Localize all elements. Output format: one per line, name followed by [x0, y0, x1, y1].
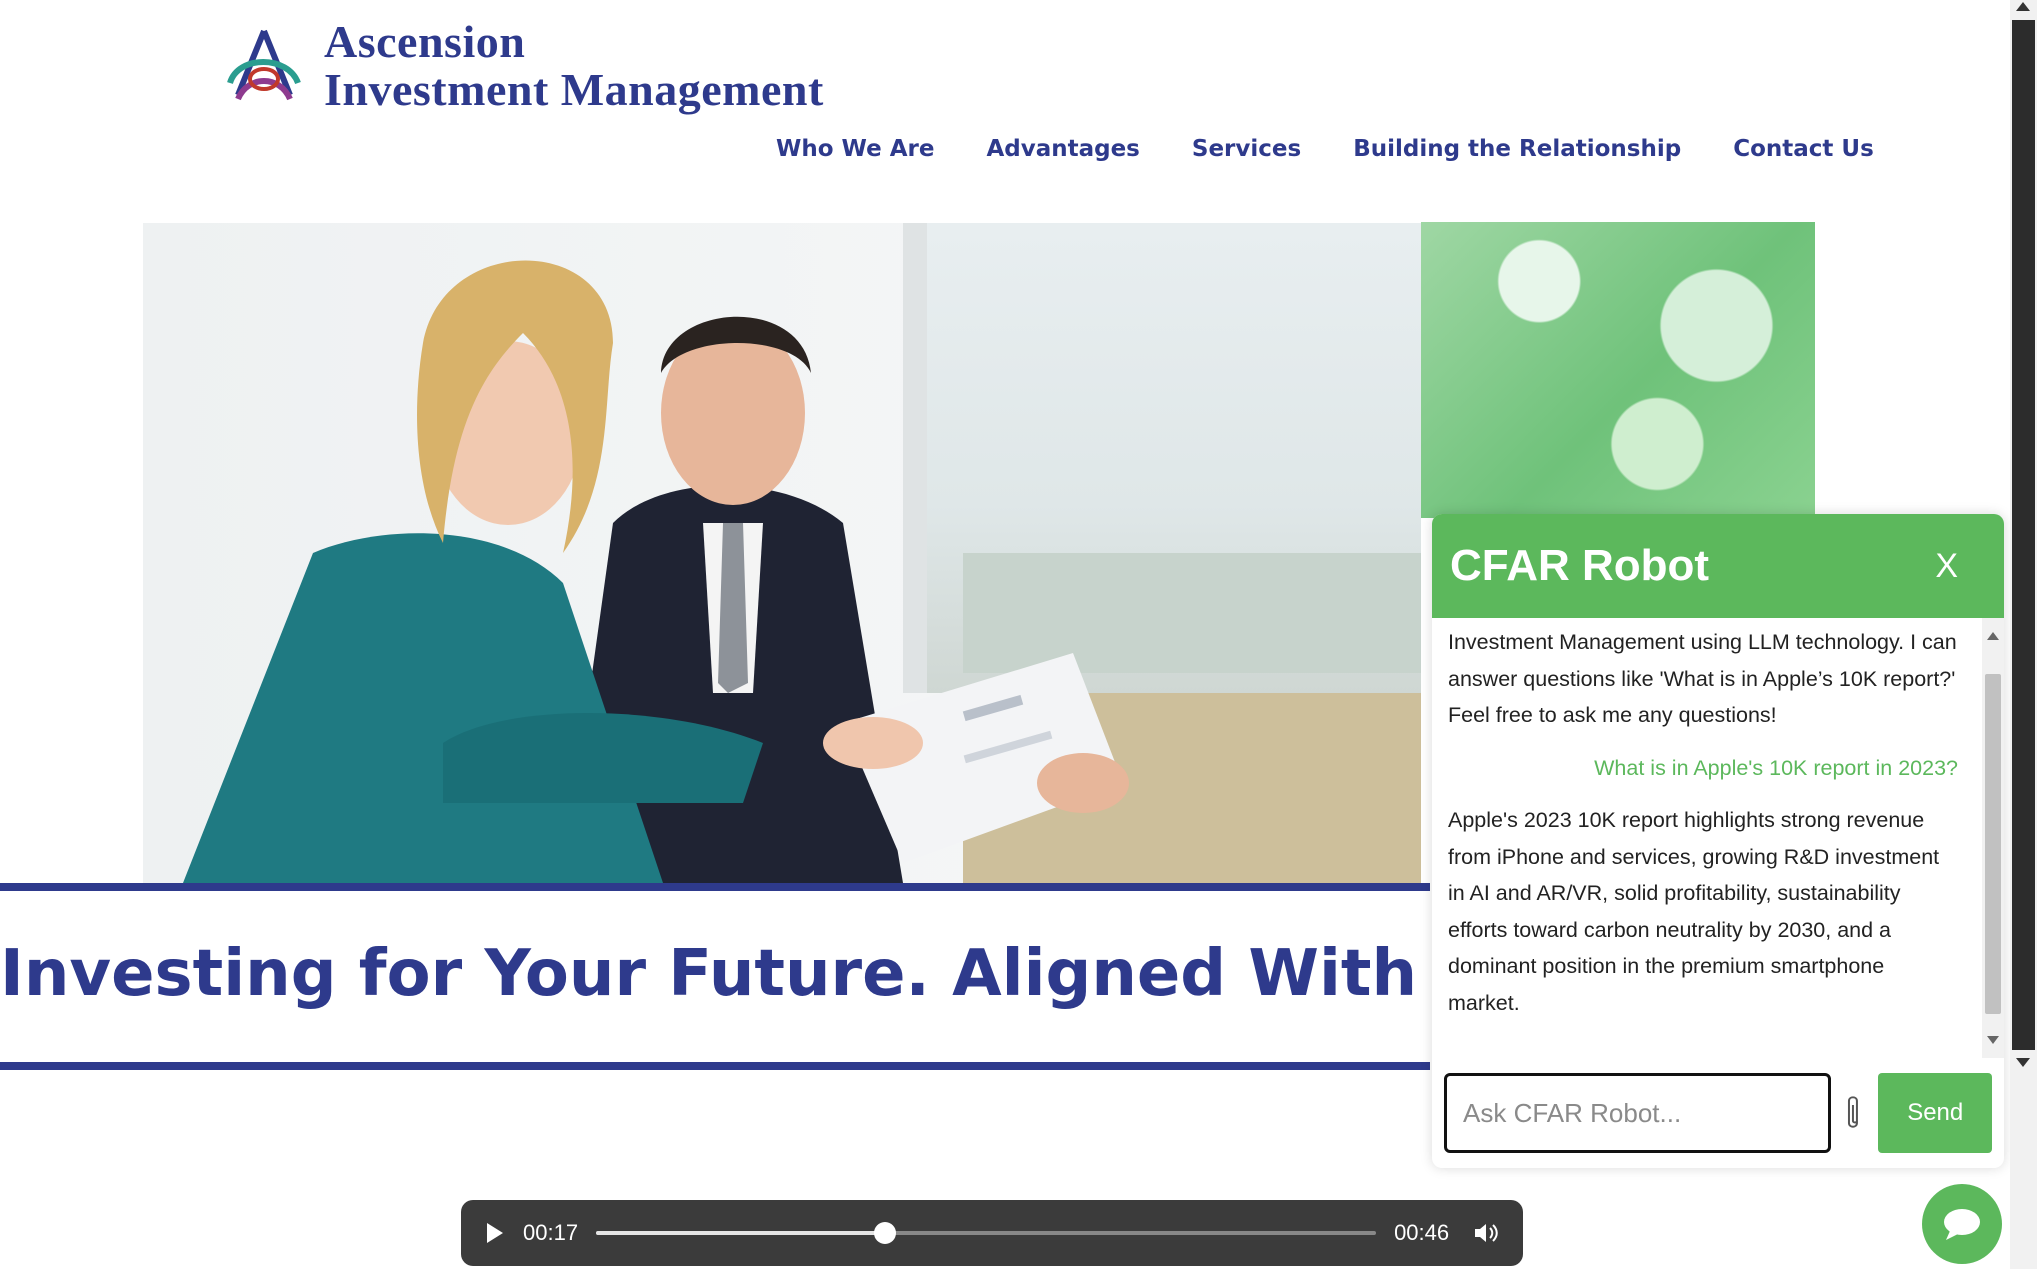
- chat-toggle-button[interactable]: [1922, 1184, 2002, 1264]
- volume-icon[interactable]: [1473, 1222, 1499, 1244]
- main-nav: Who We Are Advantages Services Building …: [776, 136, 1926, 162]
- nav-services[interactable]: Services: [1192, 136, 1301, 162]
- chat-message-user: What is in Apple's 10K report in 2023?: [1594, 755, 1958, 780]
- chat-input[interactable]: [1444, 1073, 1831, 1153]
- audio-player: 00:17 00:46: [461, 1200, 1523, 1266]
- chat-messages[interactable]: Investment Management using LLM technolo…: [1432, 618, 2004, 1058]
- chat-close-button[interactable]: X: [1935, 547, 1958, 586]
- tagline-top-rule: [0, 883, 1430, 891]
- play-icon[interactable]: [487, 1223, 503, 1243]
- hero-tagline: Investing for Your Future. Aligned With …: [0, 937, 1430, 1011]
- audio-seek-fill: [596, 1231, 885, 1235]
- nav-who-we-are[interactable]: Who We Are: [776, 136, 934, 162]
- tagline-bottom-rule: [0, 1062, 1430, 1070]
- nav-building-relationship[interactable]: Building the Relationship: [1353, 136, 1681, 162]
- triquetra-logo-icon: [227, 29, 301, 101]
- brand-logo[interactable]: Ascension Investment Management: [218, 18, 824, 114]
- scroll-down-icon[interactable]: [1987, 1036, 1999, 1044]
- audio-current-time: 00:17: [523, 1220, 579, 1245]
- audio-duration: 00:46: [1394, 1220, 1450, 1245]
- page-scroll-thumb[interactable]: [2012, 20, 2035, 1050]
- page-scrollbar[interactable]: [2010, 0, 2037, 1269]
- chat-message-bot-intro: Investment Management using LLM technolo…: [1448, 630, 1957, 727]
- chat-message-bot-answer: Apple's 2023 10K report highlights stron…: [1448, 808, 1940, 1015]
- page-scroll-up-icon[interactable]: [2016, 2, 2030, 11]
- paperclip-icon[interactable]: [1841, 1093, 1865, 1133]
- brand-line1: Ascension: [324, 16, 526, 67]
- chat-scroll-thumb[interactable]: [1985, 674, 2001, 1014]
- nav-contact-us[interactable]: Contact Us: [1733, 136, 1874, 162]
- chat-title: CFAR Robot: [1450, 541, 1710, 590]
- brand-line2: Investment Management: [324, 64, 824, 115]
- chat-scrollbar[interactable]: [1982, 618, 2004, 1058]
- chat-send-button[interactable]: Send: [1878, 1073, 1993, 1153]
- chat-widget: CFAR Robot X Investment Management using…: [1432, 514, 2004, 1168]
- nav-advantages[interactable]: Advantages: [986, 136, 1139, 162]
- promo-image: [1421, 222, 1815, 518]
- scroll-up-icon[interactable]: [1987, 632, 1999, 640]
- hero-image: [143, 223, 1421, 883]
- audio-seek-bar[interactable]: [596, 1222, 1377, 1244]
- audio-seek-thumb[interactable]: [873, 1222, 896, 1244]
- chat-header: CFAR Robot X: [1432, 514, 2004, 618]
- chat-input-row: Send: [1444, 1070, 1993, 1156]
- page-scroll-down-icon[interactable]: [2016, 1058, 2030, 1067]
- chat-bubble-icon: [1944, 1209, 1980, 1240]
